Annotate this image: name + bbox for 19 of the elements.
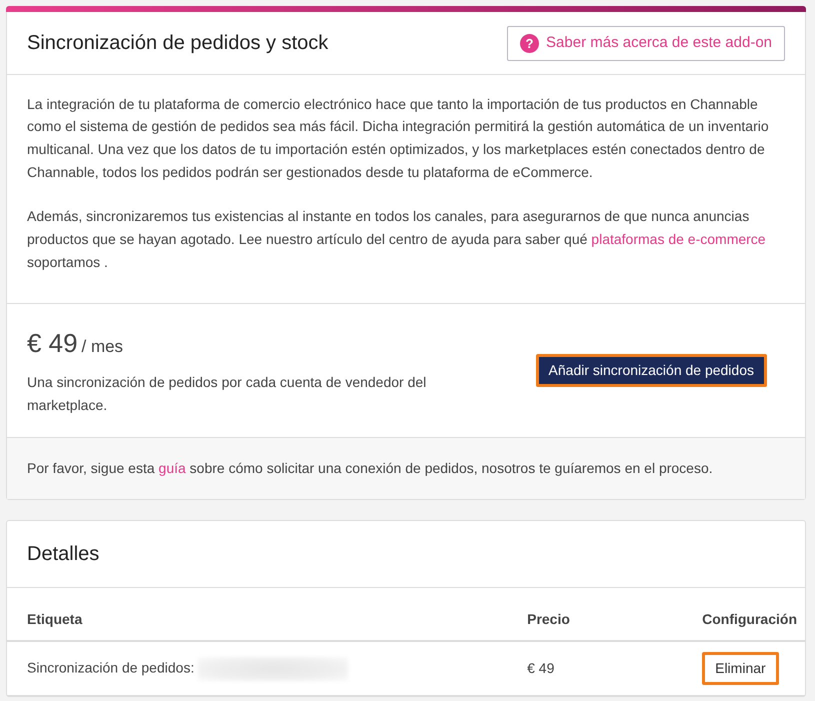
table-cell: € 49 xyxy=(527,660,554,676)
table-cell: Sincronización de pedidos: xyxy=(27,660,194,676)
column-header: Precio xyxy=(507,588,682,642)
guide-link[interactable]: guía xyxy=(158,460,186,476)
column-header: Etiqueta xyxy=(7,588,508,642)
delete-button[interactable]: Eliminar xyxy=(702,652,779,686)
help-icon: ? xyxy=(520,34,540,53)
price-note: Una sincronización de pedidos por cada cuenta de vendedor del marketplace. xyxy=(27,373,428,416)
card-title: Sincronización de pedidos y stock xyxy=(27,31,328,56)
paragraph: Por favor, sigue esta guía sobre cómo solicitar una conexión de pedidos, nosotros te guíaremos en el proceso. xyxy=(27,459,714,478)
paragraph: Además, sincronizaremos tus existencias al instante en todos los canales, para asegurarnos de que nunca anuncias productos que se hayan agotado. Lee nuestro artículo del centro de ayuda para saber qué plataformas de e-commerce soportamos . xyxy=(27,207,767,272)
help-button[interactable]: ? Saber más acerca de este add-on xyxy=(507,26,785,60)
column-header: Configuración xyxy=(682,588,805,642)
platforms-link[interactable]: plataformas de e-commerce xyxy=(591,231,766,248)
price-period: / mes xyxy=(82,337,124,356)
add-button[interactable]: Añadir sincronización de pedidos xyxy=(536,354,767,388)
price: € 49 xyxy=(27,328,78,358)
section-title: Detalles xyxy=(7,521,805,588)
paragraph: La integración de tu plataforma de comercio electrónico hace que tanto la importación de tus productos en Channable como el sistema de gestión de pedidos sea más fácil. Dicha integración permitirá la gestión automática de un inventario multicanal. Una vez que los datos de tu importación estén optimizados, y los marketplaces estén conectados dentro de Channable, todos los pedidos podrán ser gestionados desde tu plataforma de eCommerce. xyxy=(27,94,770,182)
